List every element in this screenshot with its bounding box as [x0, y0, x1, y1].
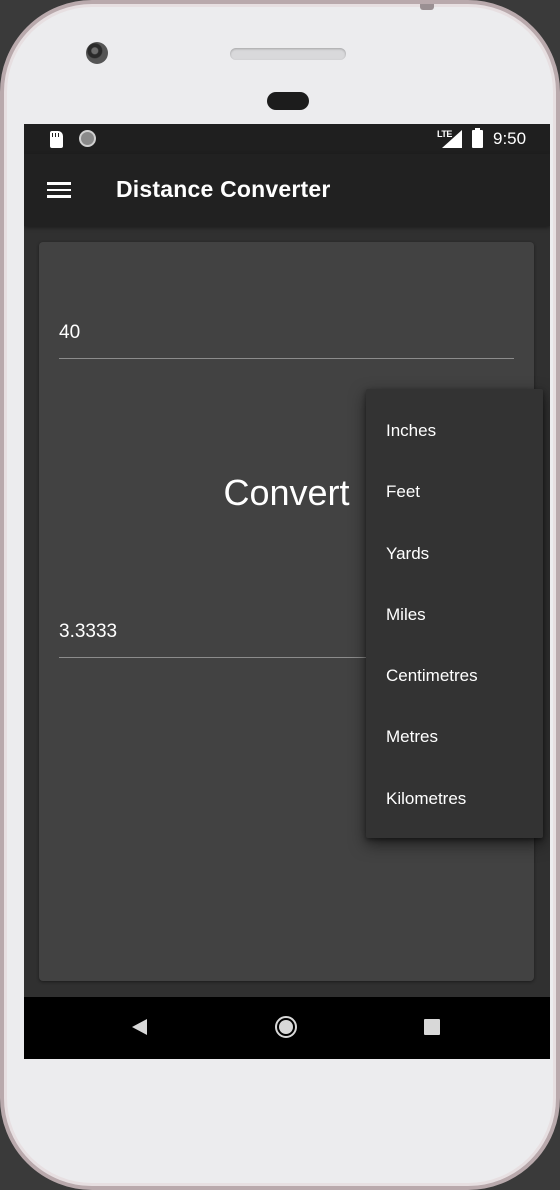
- app-title: Distance Converter: [116, 176, 331, 202]
- main-content: 40 Convert 3.3333 Inches Feet Yards Mile…: [24, 226, 550, 997]
- unit-dropdown-menu: Inches Feet Yards Miles Centimetres Metr…: [366, 389, 543, 838]
- power-button: [420, 4, 434, 10]
- unit-option-centimetres[interactable]: Centimetres: [366, 645, 543, 706]
- distance-input-field[interactable]: 40: [59, 308, 514, 359]
- status-clock: 9:50: [493, 129, 527, 148]
- signal-strength-icon: [442, 130, 462, 148]
- unit-option-metres[interactable]: Metres: [366, 706, 543, 767]
- unit-option-feet[interactable]: Feet: [366, 461, 543, 522]
- unit-option-kilometres[interactable]: Kilometres: [366, 768, 543, 829]
- convert-button[interactable]: Convert: [199, 472, 374, 522]
- sync-status-icon: [79, 130, 96, 147]
- back-icon[interactable]: [132, 1019, 147, 1035]
- hamburger-menu-icon[interactable]: [47, 181, 71, 199]
- sd-card-icon: [50, 131, 63, 148]
- phone-frame: LTE 9:50 Distance Converter 40 Convert 3…: [0, 0, 560, 1190]
- status-bar: LTE 9:50: [24, 124, 550, 154]
- recent-apps-icon[interactable]: [424, 1019, 440, 1035]
- result-value: 3.3333: [59, 621, 118, 642]
- unit-option-inches[interactable]: Inches: [366, 400, 543, 461]
- battery-icon: [472, 128, 483, 148]
- unit-option-miles[interactable]: Miles: [366, 584, 543, 645]
- home-icon[interactable]: [275, 1016, 297, 1038]
- unit-option-yards[interactable]: Yards: [366, 523, 543, 584]
- front-camera: [86, 42, 108, 64]
- earpiece-speaker: [230, 48, 346, 60]
- app-bar: Distance Converter: [24, 154, 550, 226]
- system-navigation-bar: [24, 997, 550, 1059]
- distance-input-value[interactable]: 40: [59, 322, 80, 344]
- proximity-sensor: [267, 92, 309, 110]
- screen: LTE 9:50 Distance Converter 40 Convert 3…: [24, 124, 550, 1059]
